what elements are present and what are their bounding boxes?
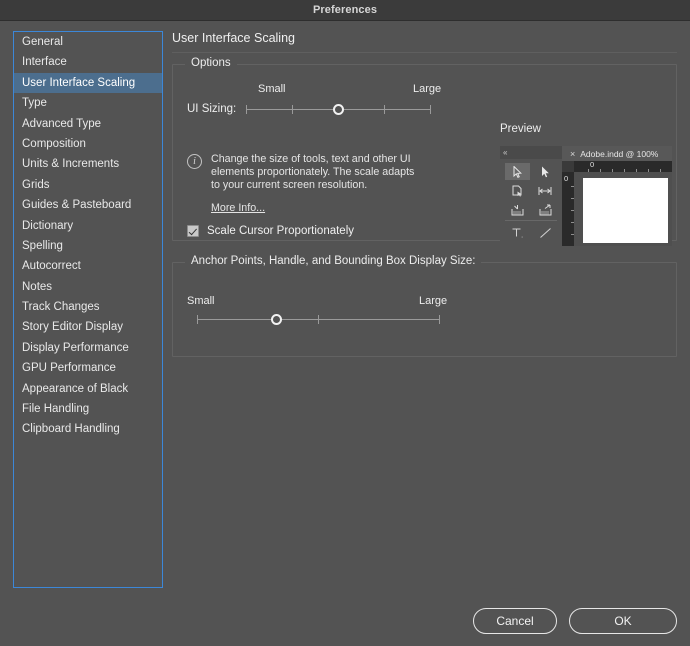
ruler-tick <box>571 234 574 235</box>
ruler-tick <box>588 169 589 172</box>
anchor-large-label: Large <box>419 295 448 307</box>
slider-tick <box>439 315 440 324</box>
sidebar-item-advanced-type[interactable]: Advanced Type <box>14 114 162 134</box>
preview-tool-grid <box>500 159 562 241</box>
preview-document-tab[interactable]: × Adobe.indd @ 100% <box>562 146 672 161</box>
ui-sizing-small-label: Small <box>258 83 286 95</box>
ruler-tick <box>660 169 661 172</box>
sidebar-item-gpu-performance[interactable]: GPU Performance <box>14 358 162 378</box>
sidebar-item-interface[interactable]: Interface <box>14 52 162 72</box>
direct-selection-tool-icon <box>533 163 558 180</box>
sidebar-item-user-interface-scaling[interactable]: User Interface Scaling <box>14 72 162 94</box>
more-info-link[interactable]: More Info... <box>211 202 265 214</box>
ruler-tick <box>624 169 625 172</box>
sidebar-item-story-editor-display[interactable]: Story Editor Display <box>14 317 162 337</box>
gap-tool-icon <box>533 182 558 199</box>
sidebar-item-notes[interactable]: Notes <box>14 277 162 297</box>
sidebar-item-dictionary[interactable]: Dictionary <box>14 216 162 236</box>
preview-frame: « × Adobe.indd @ 100% 0 0 <box>500 146 672 246</box>
dialog-footer-buttons: Cancel OK <box>473 608 677 634</box>
slider-tick <box>318 315 319 324</box>
preview-document-window: × Adobe.indd @ 100% 0 0 <box>562 146 672 246</box>
ui-sizing-label: UI Sizing: <box>187 103 237 115</box>
scale-cursor-checkbox[interactable] <box>187 225 199 237</box>
preferences-content-pane: User Interface Scaling Options UI Sizing… <box>172 31 677 357</box>
slider-tick <box>246 105 248 114</box>
preview-page <box>583 178 668 243</box>
slider-thumb[interactable] <box>271 313 283 325</box>
sidebar-item-display-performance[interactable]: Display Performance <box>14 338 162 358</box>
ruler-tick <box>571 186 574 187</box>
window-title: Preferences <box>312 4 378 16</box>
preview-document-tab-label: Adobe.indd @ 100% <box>580 148 659 159</box>
ruler-zero-label-v: 0 <box>564 174 569 183</box>
anchor-display-size-group: Anchor Points, Handle, and Bounding Box … <box>172 255 677 357</box>
slider-tick <box>430 105 432 114</box>
scale-cursor-row[interactable]: Scale Cursor Proportionately <box>187 225 354 237</box>
preview-tool-row <box>503 182 559 199</box>
type-tool-icon <box>505 224 530 241</box>
anchor-display-size-slider[interactable] <box>197 311 440 327</box>
preferences-dialog-body: General Interface User Interface Scaling Ty… <box>0 21 690 646</box>
preview-tool-row <box>503 163 559 180</box>
ui-scaling-info: i Change the size of tools, text and oth… <box>187 153 426 216</box>
sidebar-item-composition[interactable]: Composition <box>14 134 162 154</box>
ui-scaling-info-text: Change the size of tools, text and other… <box>211 153 415 192</box>
ok-button[interactable]: OK <box>569 608 677 634</box>
preview-toolbar-collapse: « <box>500 146 562 159</box>
sidebar-item-grids[interactable]: Grids <box>14 175 162 195</box>
preview-section: Preview « × Adobe.indd @ 100% 0 0 <box>500 123 676 246</box>
info-icon: i <box>187 154 202 169</box>
options-group-label: Options <box>185 57 237 69</box>
anchor-small-label: Small <box>187 295 215 307</box>
ui-sizing-large-label: Large <box>413 83 442 95</box>
content-placer-tool-icon <box>533 201 558 218</box>
sidebar-item-track-changes[interactable]: Track Changes <box>14 297 162 317</box>
sidebar-item-type[interactable]: Type <box>14 93 162 113</box>
cancel-button[interactable]: Cancel <box>473 608 557 634</box>
ui-sizing-slider[interactable] <box>246 101 432 117</box>
ruler-tick <box>571 198 574 199</box>
selection-tool-icon <box>504 163 530 180</box>
slider-tick <box>292 105 294 114</box>
sidebar-item-file-handling[interactable]: File Handling <box>14 399 162 419</box>
preview-tool-row <box>503 201 559 218</box>
sidebar-item-autocorrect[interactable]: Autocorrect <box>14 256 162 276</box>
sidebar-item-spelling[interactable]: Spelling <box>14 236 162 256</box>
ruler-zero-label-h: 0 <box>590 160 595 169</box>
horizontal-ruler: 0 <box>574 160 672 172</box>
line-tool-icon <box>533 224 558 241</box>
options-group: Options UI Sizing: Small Large i Change … <box>172 57 677 246</box>
ruler-tick <box>600 169 601 172</box>
title-divider <box>172 52 677 53</box>
page-tool-icon <box>505 182 530 199</box>
preview-title: Preview <box>500 123 541 135</box>
sidebar-item-units-increments[interactable]: Units & Increments <box>14 154 162 174</box>
preferences-category-list[interactable]: General Interface User Interface Scaling Ty… <box>13 31 163 588</box>
page-title: User Interface Scaling <box>172 31 295 45</box>
scale-cursor-label: Scale Cursor Proportionately <box>207 225 355 237</box>
slider-thumb[interactable] <box>332 103 344 115</box>
ruler-tick <box>571 210 574 211</box>
ruler-tick <box>648 169 649 172</box>
sidebar-item-clipboard-handling[interactable]: Clipboard Handling <box>14 419 162 439</box>
anchor-slider-row <box>197 311 440 327</box>
sidebar-item-appearance-of-black[interactable]: Appearance of Black <box>14 379 162 399</box>
ui-sizing-row: UI Sizing: <box>187 101 432 117</box>
toolbar-divider <box>505 220 557 221</box>
slider-tick <box>197 315 198 324</box>
sidebar-item-general[interactable]: General <box>14 32 162 52</box>
ruler-tick <box>612 169 613 172</box>
close-icon[interactable]: × <box>570 149 575 159</box>
ruler-tick <box>571 222 574 223</box>
sidebar-item-guides-pasteboard[interactable]: Guides & Pasteboard <box>14 195 162 215</box>
slider-tick <box>384 105 386 114</box>
ruler-tick <box>636 169 637 172</box>
window-titlebar: Preferences <box>0 0 690 21</box>
anchor-group-label: Anchor Points, Handle, and Bounding Box … <box>185 255 482 267</box>
vertical-ruler: 0 <box>562 172 574 246</box>
content-collector-tool-icon <box>505 201 530 218</box>
preview-tool-row <box>503 224 559 241</box>
preview-toolbar: « <box>500 146 562 246</box>
